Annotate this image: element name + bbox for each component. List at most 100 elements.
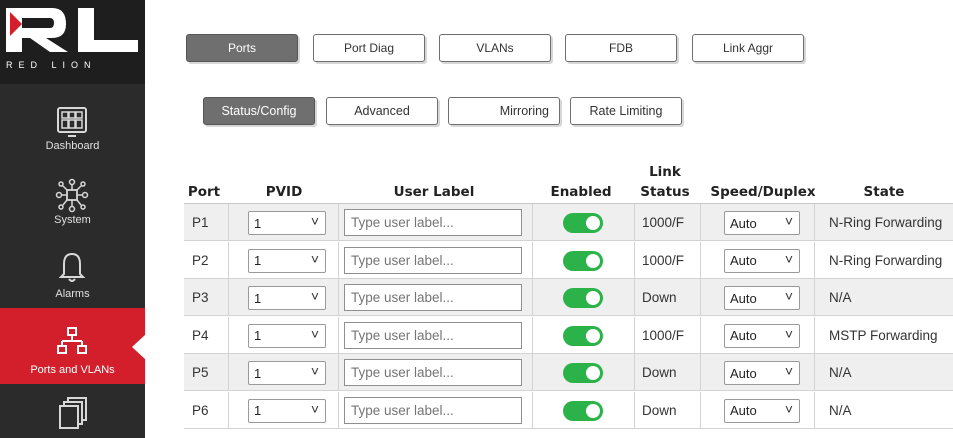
column-divider: [532, 204, 533, 241]
link-status-cell: 1000/F: [642, 215, 685, 230]
column-divider: [634, 204, 635, 241]
sidebar-item-ports-and-vlans[interactable]: Ports and VLANs: [0, 308, 146, 384]
sidebar-item-dashboard[interactable]: Dashboard: [0, 92, 145, 164]
column-divider: [228, 279, 229, 316]
toggle-knob: [586, 328, 600, 343]
pvid-select[interactable]: 1 ˅: [248, 211, 326, 235]
chevron-down-icon: ˅: [784, 250, 793, 267]
speed-duplex-value: Auto: [730, 328, 757, 343]
tab-port-diag[interactable]: Port Diag: [313, 34, 425, 62]
column-divider: [532, 279, 533, 316]
sidebar-item-pages[interactable]: [0, 386, 145, 438]
user-label-input[interactable]: [344, 396, 522, 424]
pvid-select[interactable]: 1 ˅: [248, 323, 326, 348]
toggle-knob: [586, 291, 600, 305]
enabled-toggle[interactable]: [563, 250, 603, 271]
tab-link-aggr[interactable]: Link Aggr: [692, 34, 804, 62]
pvid-select[interactable]: 1 ˅: [248, 286, 326, 310]
main-content: Ports Port Diag VLANs FDB Link Aggr Stat…: [145, 0, 953, 438]
enabled-toggle[interactable]: [563, 363, 603, 383]
column-divider: [228, 204, 229, 241]
table-row: P31˅DownAuto˅N/A: [184, 279, 953, 316]
pvid-select[interactable]: 1 ˅: [248, 361, 326, 385]
column-divider: [228, 316, 229, 354]
tab-vlans[interactable]: VLANs: [439, 34, 551, 62]
chevron-down-icon: ˅: [784, 288, 793, 304]
bell-icon: [58, 252, 86, 282]
user-label-input[interactable]: [344, 321, 522, 349]
chevron-down-icon: ˅: [310, 325, 319, 342]
pvid-select[interactable]: 1 ˅: [248, 398, 326, 423]
column-divider: [532, 316, 533, 354]
chevron-down-icon: ˅: [310, 400, 319, 417]
pvid-value: 1: [254, 253, 262, 268]
column-divider: [338, 316, 339, 354]
tab-fdb[interactable]: FDB: [565, 34, 677, 62]
column-divider: [814, 241, 815, 279]
speed-duplex-select[interactable]: Auto ˅: [724, 211, 800, 235]
port-cell: P6: [192, 402, 209, 418]
pvid-value: 1: [254, 403, 262, 418]
pvid-value: 1: [254, 365, 262, 381]
table-row: P41˅1000/FAuto˅MSTP Forwarding: [184, 316, 953, 354]
sidebar-item-alarms[interactable]: Alarms: [0, 236, 145, 308]
logo-wordmark: RED LION: [6, 60, 97, 70]
user-label-input[interactable]: [344, 284, 522, 311]
copy-pages-icon: [59, 397, 87, 429]
state-cell: MSTP Forwarding: [829, 327, 938, 343]
column-divider: [634, 316, 635, 354]
speed-duplex-select[interactable]: Auto ˅: [724, 323, 800, 348]
pvid-value: 1: [254, 215, 262, 231]
chevron-down-icon: ˅: [310, 288, 319, 304]
tab-status-config[interactable]: Status/Config: [203, 97, 315, 125]
user-label-input[interactable]: [344, 359, 522, 386]
user-label-input[interactable]: [344, 246, 522, 274]
speed-duplex-select[interactable]: Auto ˅: [724, 361, 800, 385]
state-cell: N/A: [829, 402, 852, 418]
column-divider: [814, 354, 815, 391]
tab-ports[interactable]: Ports: [186, 34, 298, 62]
header-port: Port: [187, 184, 221, 200]
sidebar-item-label: Ports and VLANs: [30, 364, 115, 376]
speed-duplex-select[interactable]: Auto ˅: [724, 286, 800, 310]
sidebar-item-system[interactable]: System: [0, 164, 145, 236]
tab-mirroring[interactable]: Mirroring: [448, 97, 560, 125]
system-network-icon: [55, 178, 89, 213]
enabled-toggle[interactable]: [563, 400, 603, 421]
header-link: Link: [649, 164, 681, 180]
port-cell: P3: [192, 290, 209, 305]
pvid-select[interactable]: 1 ˅: [248, 248, 326, 273]
speed-duplex-select[interactable]: Auto ˅: [724, 248, 800, 273]
column-divider: [634, 354, 635, 391]
red-lion-logo[interactable]: RED LION: [0, 0, 145, 84]
column-divider: [228, 241, 229, 279]
speed-duplex-value: Auto: [730, 290, 757, 306]
header-state: State: [863, 184, 905, 200]
column-divider: [634, 241, 635, 279]
tab-advanced[interactable]: Advanced: [326, 97, 438, 125]
state-cell: N/A: [829, 365, 852, 380]
column-divider: [228, 354, 229, 391]
header-link-status: Status: [640, 184, 690, 200]
enabled-toggle[interactable]: [563, 288, 603, 308]
toggle-knob: [586, 403, 600, 418]
port-cell: P1: [192, 215, 209, 230]
tab-rate-limiting[interactable]: Rate Limiting: [570, 97, 682, 125]
header-user-label: User Label: [393, 184, 475, 200]
user-label-input[interactable]: [344, 209, 522, 236]
speed-duplex-value: Auto: [730, 253, 757, 268]
enabled-toggle[interactable]: [563, 213, 603, 233]
chevron-down-icon: ˅: [310, 213, 319, 229]
speed-duplex-select[interactable]: Auto ˅: [724, 398, 800, 423]
sidebar-item-label: System: [54, 214, 91, 226]
link-status-cell: Down: [642, 290, 677, 305]
column-divider: [338, 204, 339, 241]
chevron-down-icon: ˅: [784, 213, 793, 229]
speed-duplex-value: Auto: [730, 403, 757, 418]
sidebar: RED LION Dashboard System Alarms Ports a…: [0, 0, 146, 438]
chevron-down-icon: ˅: [784, 363, 793, 379]
speed-duplex-value: Auto: [730, 365, 757, 381]
enabled-toggle[interactable]: [563, 325, 603, 346]
port-cell: P4: [192, 327, 209, 343]
link-status-cell: 1000/F: [642, 327, 685, 343]
